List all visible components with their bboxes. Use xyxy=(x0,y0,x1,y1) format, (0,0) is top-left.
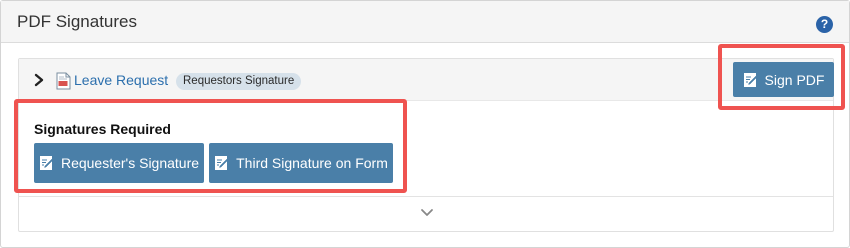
help-icon[interactable]: ? xyxy=(816,16,833,33)
edit-document-icon xyxy=(215,156,230,170)
panel-header: PDF Signatures ? xyxy=(1,1,849,43)
leave-request-link[interactable]: Leave Request xyxy=(74,72,168,88)
chevron-right-icon[interactable] xyxy=(33,73,45,87)
signatures-required-section: Signatures Required Requester's Signatur… xyxy=(19,101,833,197)
pdf-signatures-panel: PDF Signatures ? Leave Request Requestor… xyxy=(0,0,850,248)
third-signature-label: Third Signature on Form xyxy=(236,155,388,171)
sign-pdf-button[interactable]: Sign PDF xyxy=(733,62,834,97)
sign-pdf-label: Sign PDF xyxy=(764,71,825,88)
signatures-required-title: Signatures Required xyxy=(34,121,171,137)
edit-document-icon xyxy=(39,156,55,170)
panel-title: PDF Signatures xyxy=(17,12,137,31)
document-row: Leave Request Requestors Signature xyxy=(19,59,833,101)
chevron-down-icon[interactable] xyxy=(420,208,434,218)
status-badge: Requestors Signature xyxy=(176,73,302,90)
document-card: Leave Request Requestors Signature Signa… xyxy=(18,58,834,232)
edit-document-icon xyxy=(743,72,758,87)
pdf-document-icon xyxy=(56,72,71,90)
third-signature-button[interactable]: Third Signature on Form xyxy=(209,143,393,183)
requesters-signature-label: Requester's Signature xyxy=(60,155,200,171)
requesters-signature-button[interactable]: Requester's Signature xyxy=(34,143,204,183)
